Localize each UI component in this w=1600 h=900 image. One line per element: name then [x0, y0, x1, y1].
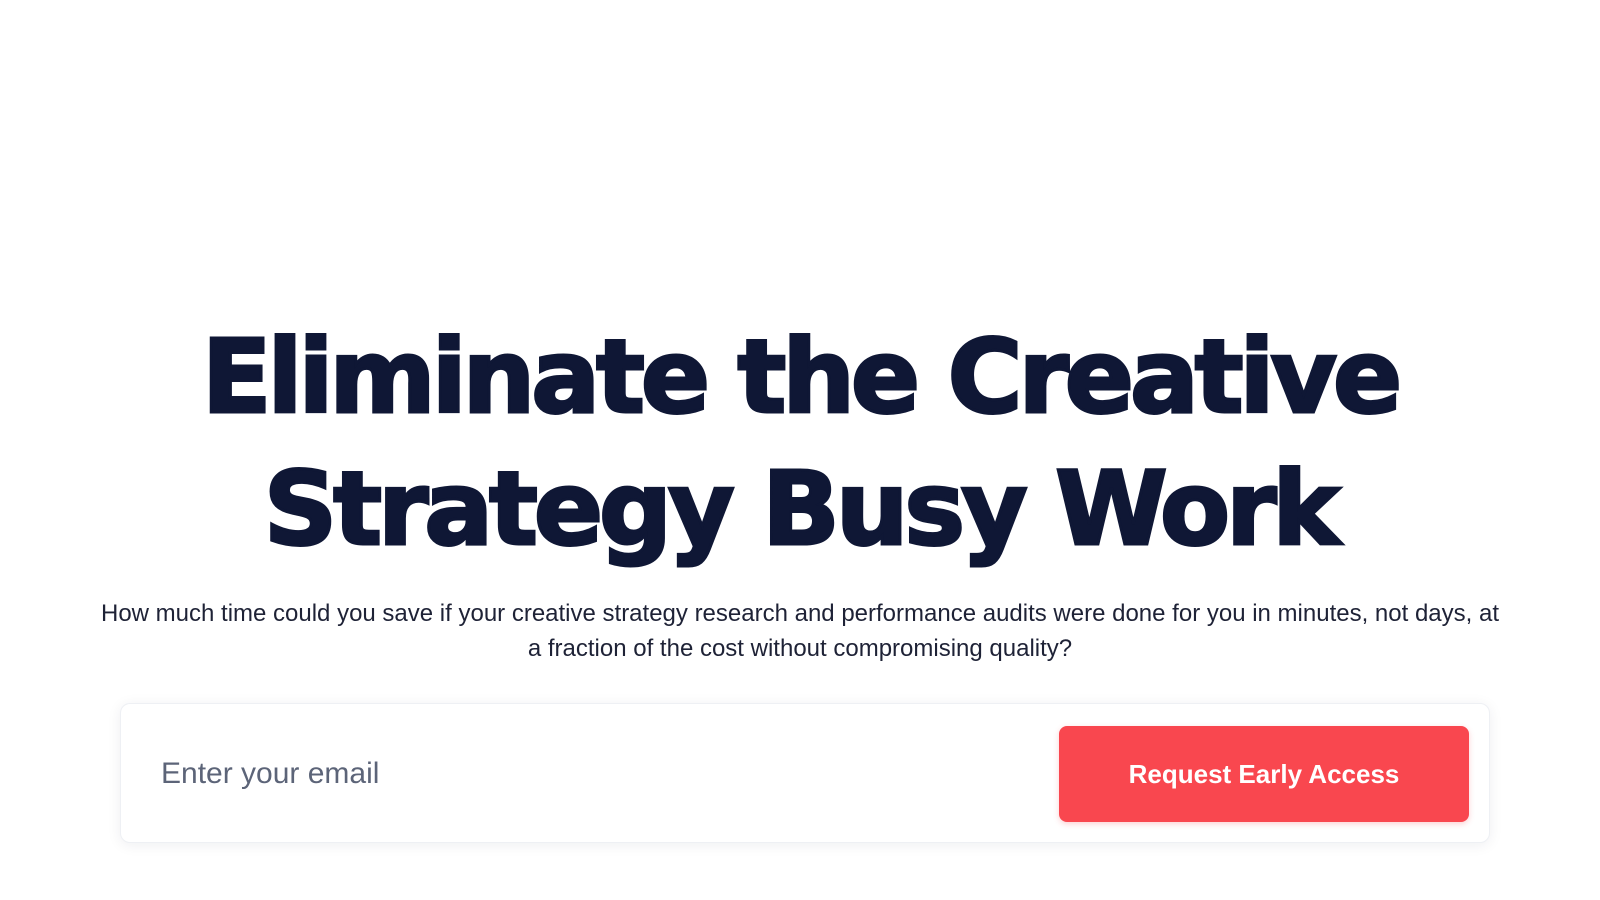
signup-form: Request Early Access	[120, 703, 1490, 843]
headline-line-2: Strategy Busy Work	[262, 449, 1341, 571]
hero-section: Eliminate the Creative Strategy Busy Wor…	[0, 0, 1600, 900]
email-field[interactable]	[161, 732, 761, 816]
headline-line-1: Eliminate the Creative	[200, 317, 1403, 439]
request-early-access-button[interactable]: Request Early Access	[1059, 726, 1469, 822]
hero-subtext: How much time could you save if your cre…	[100, 600, 1500, 662]
page-title: Eliminate the Creative Strategy Busy Wor…	[0, 312, 1600, 576]
